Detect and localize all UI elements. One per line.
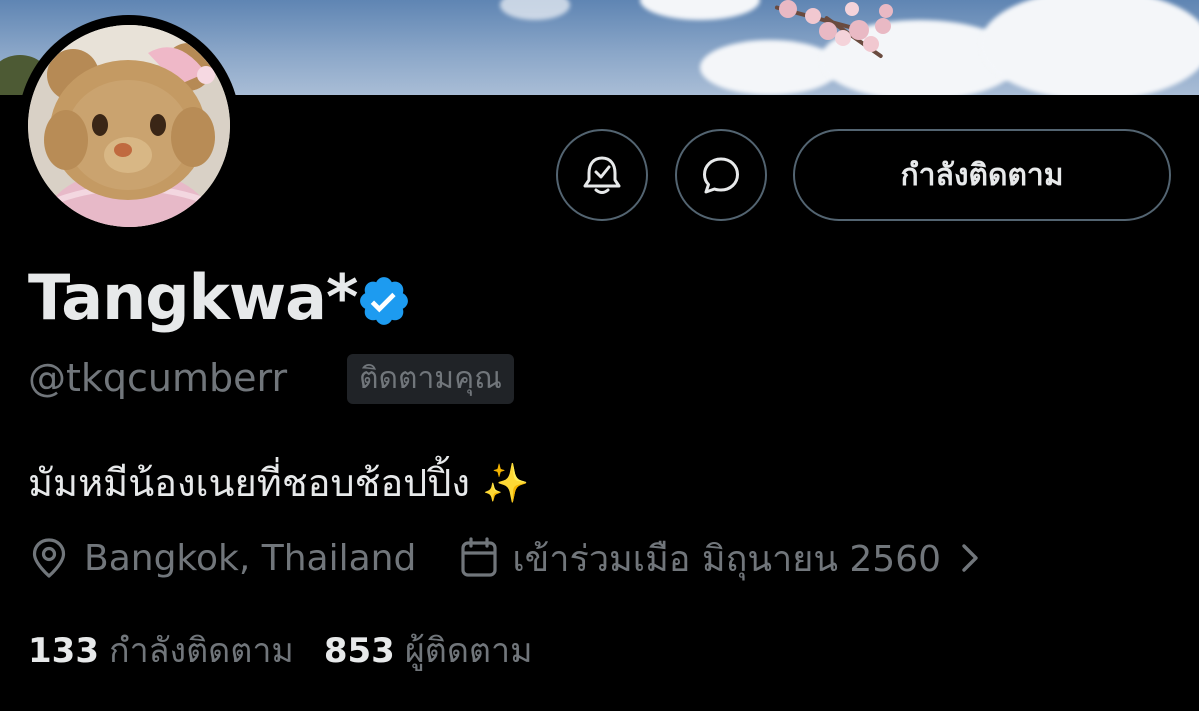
location-text: Bangkok, Thailand [84, 537, 417, 579]
verified-badge-icon[interactable] [356, 273, 412, 329]
following-button[interactable]: กำลังติดตาม [793, 129, 1171, 221]
teddy-bear-avatar-image [28, 25, 230, 227]
calendar-icon [461, 537, 497, 577]
followers-label: ผู้ติดตาม [404, 631, 533, 671]
profile-bio: มัมหมีน้องเนยที่ชอบช้อปปิ้ง ✨ [28, 461, 530, 505]
location-item: Bangkok, Thailand [28, 536, 416, 580]
followers-count: 853 [323, 631, 395, 671]
following-count-link[interactable]: 133 กำลังติดตาม [28, 625, 294, 677]
followers-count-link[interactable]: 853 ผู้ติดตาม [324, 625, 533, 677]
banner-cloud [980, 0, 1199, 95]
notification-toggle-button[interactable] [556, 129, 648, 221]
chevron-right-icon [962, 544, 978, 572]
display-name: Tangkwa* [28, 261, 358, 334]
following-button-label: กำลังติดตาม [900, 157, 1064, 193]
banner-cloud [640, 0, 760, 20]
following-label: กำลังติดตาม [108, 631, 294, 671]
user-handle: @tkqcumberr [28, 356, 288, 400]
follows-you-badge: ติดตามคุณ [347, 354, 514, 404]
cherry-blossom-branch [774, 0, 900, 59]
location-pin-icon [32, 538, 66, 578]
avatar[interactable] [28, 25, 230, 227]
follow-stats: 133 กำลังติดตาม 853 ผู้ติดตาม [28, 625, 533, 677]
joined-date-item[interactable]: เข้าร่วมเมือ มิถุนายน 2560 [458, 530, 983, 587]
profile-meta-row: Bangkok, Thailand เข้าร่วมเมือ มิถุนายน … [28, 532, 983, 584]
message-button[interactable] [675, 129, 767, 221]
joined-date-text: เข้าร่วมเมือ มิถุนายน 2560 [512, 538, 941, 580]
message-bubble-icon [703, 157, 739, 194]
banner-cloud [500, 0, 570, 20]
following-count: 133 [28, 631, 99, 671]
bell-check-icon [583, 156, 621, 194]
